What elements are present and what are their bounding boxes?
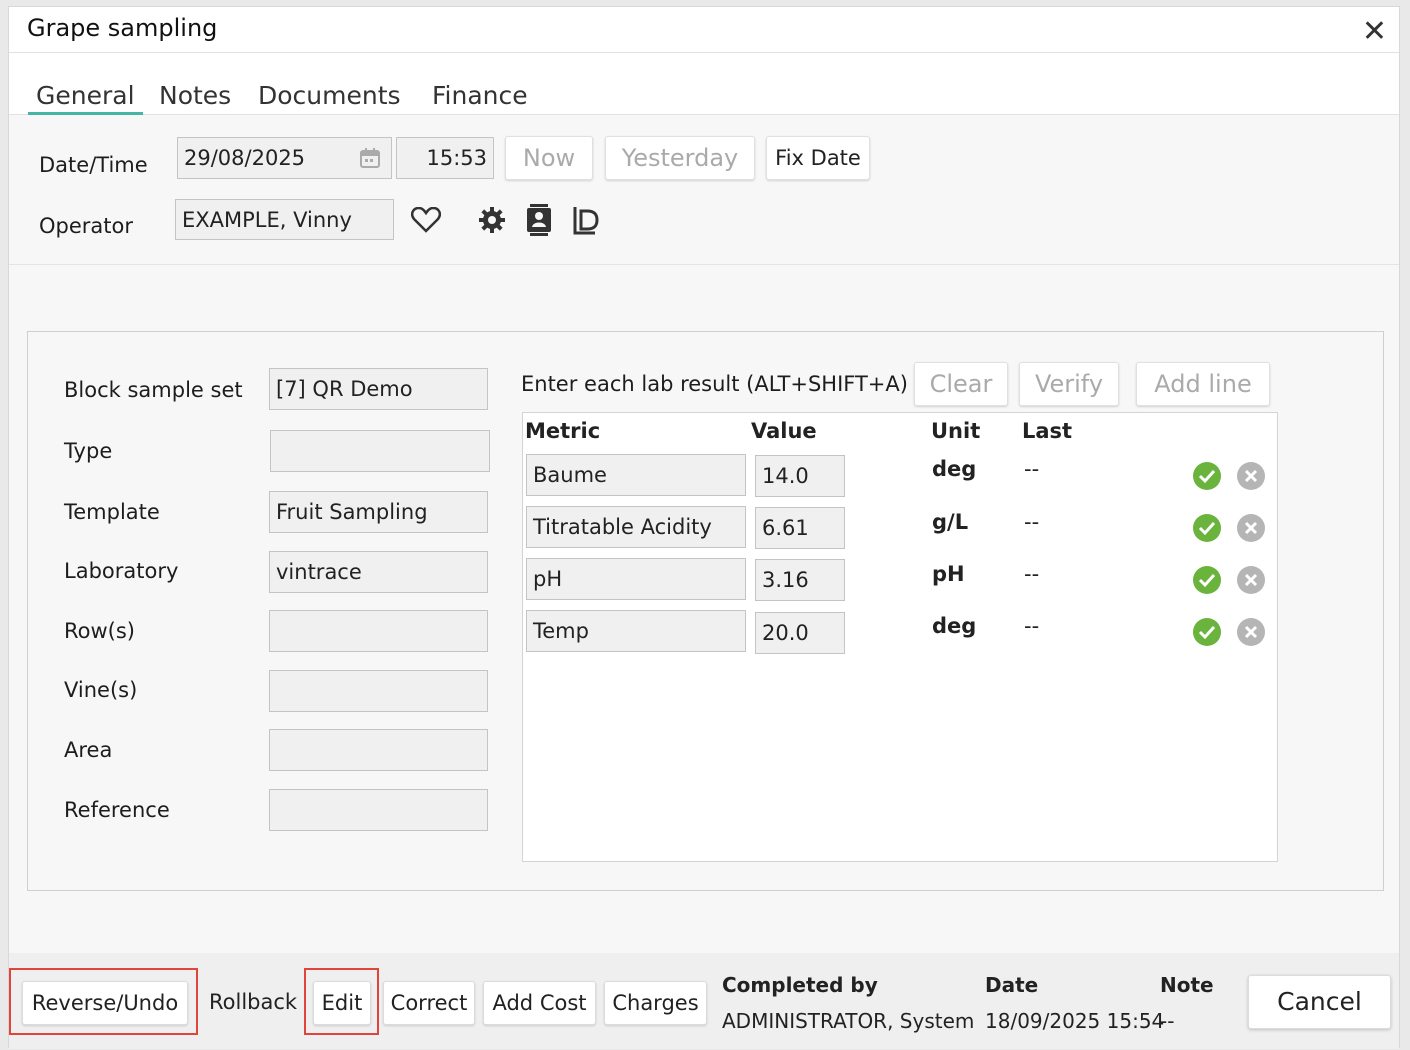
correct-button[interactable]: Correct xyxy=(383,981,475,1025)
close-icon[interactable]: ✕ xyxy=(1362,17,1387,47)
template-label: Template xyxy=(64,500,160,524)
unit-text: g/L xyxy=(932,510,969,534)
unit-text: deg xyxy=(932,457,977,481)
add-cost-button[interactable]: Add Cost xyxy=(483,981,596,1025)
metric-field[interactable]: Temp xyxy=(526,610,746,652)
unit-column-header: Unit xyxy=(931,419,981,443)
header-section: Date/Time 29/08/2025 15:53 Now Yesterday… xyxy=(9,115,1399,265)
rows-field[interactable] xyxy=(269,610,488,652)
check-circle-icon[interactable] xyxy=(1193,462,1221,494)
tab-finance[interactable]: Finance xyxy=(424,81,536,110)
contact-card-icon[interactable] xyxy=(525,204,553,240)
metric-field[interactable]: Titratable Acidity xyxy=(526,506,746,548)
dialog-title: Grape sampling xyxy=(27,14,218,42)
tab-bar: General Notes Documents Finance xyxy=(9,53,1399,115)
datetime-label: Date/Time xyxy=(39,153,148,177)
remove-circle-icon[interactable] xyxy=(1237,462,1265,494)
grape-sampling-dialog: Grape sampling ✕ General Notes Documents… xyxy=(8,6,1400,1049)
block-sample-set-label: Block sample set xyxy=(64,378,243,402)
block-sample-set-field[interactable]: [7] QR Demo xyxy=(269,368,488,410)
operator-field[interactable]: EXAMPLE, Vinny xyxy=(175,199,394,240)
cancel-button[interactable]: Cancel xyxy=(1248,975,1391,1029)
metric-field[interactable]: Baume xyxy=(526,454,746,496)
vines-label: Vine(s) xyxy=(64,678,138,702)
footer-bar: Reverse/Undo Rollback Edit Correct Add C… xyxy=(9,953,1399,1049)
tab-general[interactable]: General xyxy=(28,81,143,115)
rollback-button[interactable]: Rollback xyxy=(203,981,299,1025)
vines-field[interactable] xyxy=(269,670,488,712)
template-field[interactable]: Fruit Sampling xyxy=(269,491,488,533)
now-button[interactable]: Now xyxy=(505,136,593,180)
yesterday-button[interactable]: Yesterday xyxy=(605,136,755,180)
type-label: Type xyxy=(64,439,113,463)
value-field[interactable]: 3.16 xyxy=(755,559,845,601)
lab-result-prompt: Enter each lab result (ALT+SHIFT+A) xyxy=(521,372,908,396)
value-field[interactable]: 14.0 xyxy=(755,455,845,497)
fix-date-button[interactable]: Fix Date xyxy=(766,136,870,180)
date-field[interactable]: 29/08/2025 xyxy=(177,137,392,179)
last-text: -- xyxy=(1024,457,1040,481)
laboratory-field[interactable]: vintrace xyxy=(269,551,488,593)
value-column-header: Value xyxy=(751,419,817,443)
area-label: Area xyxy=(64,738,113,762)
title-bar: Grape sampling ✕ xyxy=(9,7,1399,53)
remove-circle-icon[interactable] xyxy=(1237,618,1265,650)
completed-by-value: ADMINISTRATOR, System xyxy=(722,1009,975,1033)
tab-notes[interactable]: Notes xyxy=(151,81,239,110)
unit-text: pH xyxy=(932,562,965,586)
document-d-icon[interactable] xyxy=(573,205,601,239)
remove-circle-icon[interactable] xyxy=(1237,514,1265,546)
tab-documents[interactable]: Documents xyxy=(250,81,409,110)
date-value: 29/08/2025 xyxy=(184,146,306,170)
date-value: 18/09/2025 15:54 xyxy=(985,1009,1165,1033)
reference-field[interactable] xyxy=(269,789,488,831)
check-circle-icon[interactable] xyxy=(1193,514,1221,546)
operator-label: Operator xyxy=(39,214,133,238)
note-label: Note xyxy=(1160,973,1214,997)
check-circle-icon[interactable] xyxy=(1193,566,1221,598)
clear-button[interactable]: Clear xyxy=(914,362,1008,406)
gear-icon[interactable] xyxy=(478,206,506,238)
charges-button[interactable]: Charges xyxy=(604,981,707,1025)
last-column-header: Last xyxy=(1022,419,1073,443)
remove-circle-icon[interactable] xyxy=(1237,566,1265,598)
time-field[interactable]: 15:53 xyxy=(396,137,494,179)
type-field[interactable] xyxy=(270,430,490,472)
calendar-icon[interactable] xyxy=(359,147,381,174)
check-circle-icon[interactable] xyxy=(1193,618,1221,650)
unit-text: deg xyxy=(932,614,977,638)
add-line-button[interactable]: Add line xyxy=(1136,362,1270,406)
edit-button[interactable]: Edit xyxy=(313,981,371,1025)
area-field[interactable] xyxy=(269,729,488,771)
heart-icon[interactable] xyxy=(410,206,442,237)
lab-results-grid: Metric Value Unit Last Baume 14.0 deg --… xyxy=(522,412,1278,862)
completed-by-label: Completed by xyxy=(722,973,878,997)
sample-panel: Block sample set [7] QR Demo Type Templa… xyxy=(27,331,1384,891)
date-label: Date xyxy=(985,973,1039,997)
laboratory-label: Laboratory xyxy=(64,559,179,583)
metric-field[interactable]: pH xyxy=(526,558,746,600)
reverse-undo-button[interactable]: Reverse/Undo xyxy=(22,981,188,1025)
last-text: -- xyxy=(1024,562,1040,586)
metric-column-header: Metric xyxy=(525,419,601,443)
rows-label: Row(s) xyxy=(64,619,135,643)
last-text: -- xyxy=(1024,614,1040,638)
reference-label: Reference xyxy=(64,798,170,822)
value-field[interactable]: 6.61 xyxy=(755,507,845,549)
value-field[interactable]: 20.0 xyxy=(755,612,845,654)
verify-button[interactable]: Verify xyxy=(1019,362,1119,406)
last-text: -- xyxy=(1024,510,1040,534)
note-value: -- xyxy=(1160,1009,1175,1033)
